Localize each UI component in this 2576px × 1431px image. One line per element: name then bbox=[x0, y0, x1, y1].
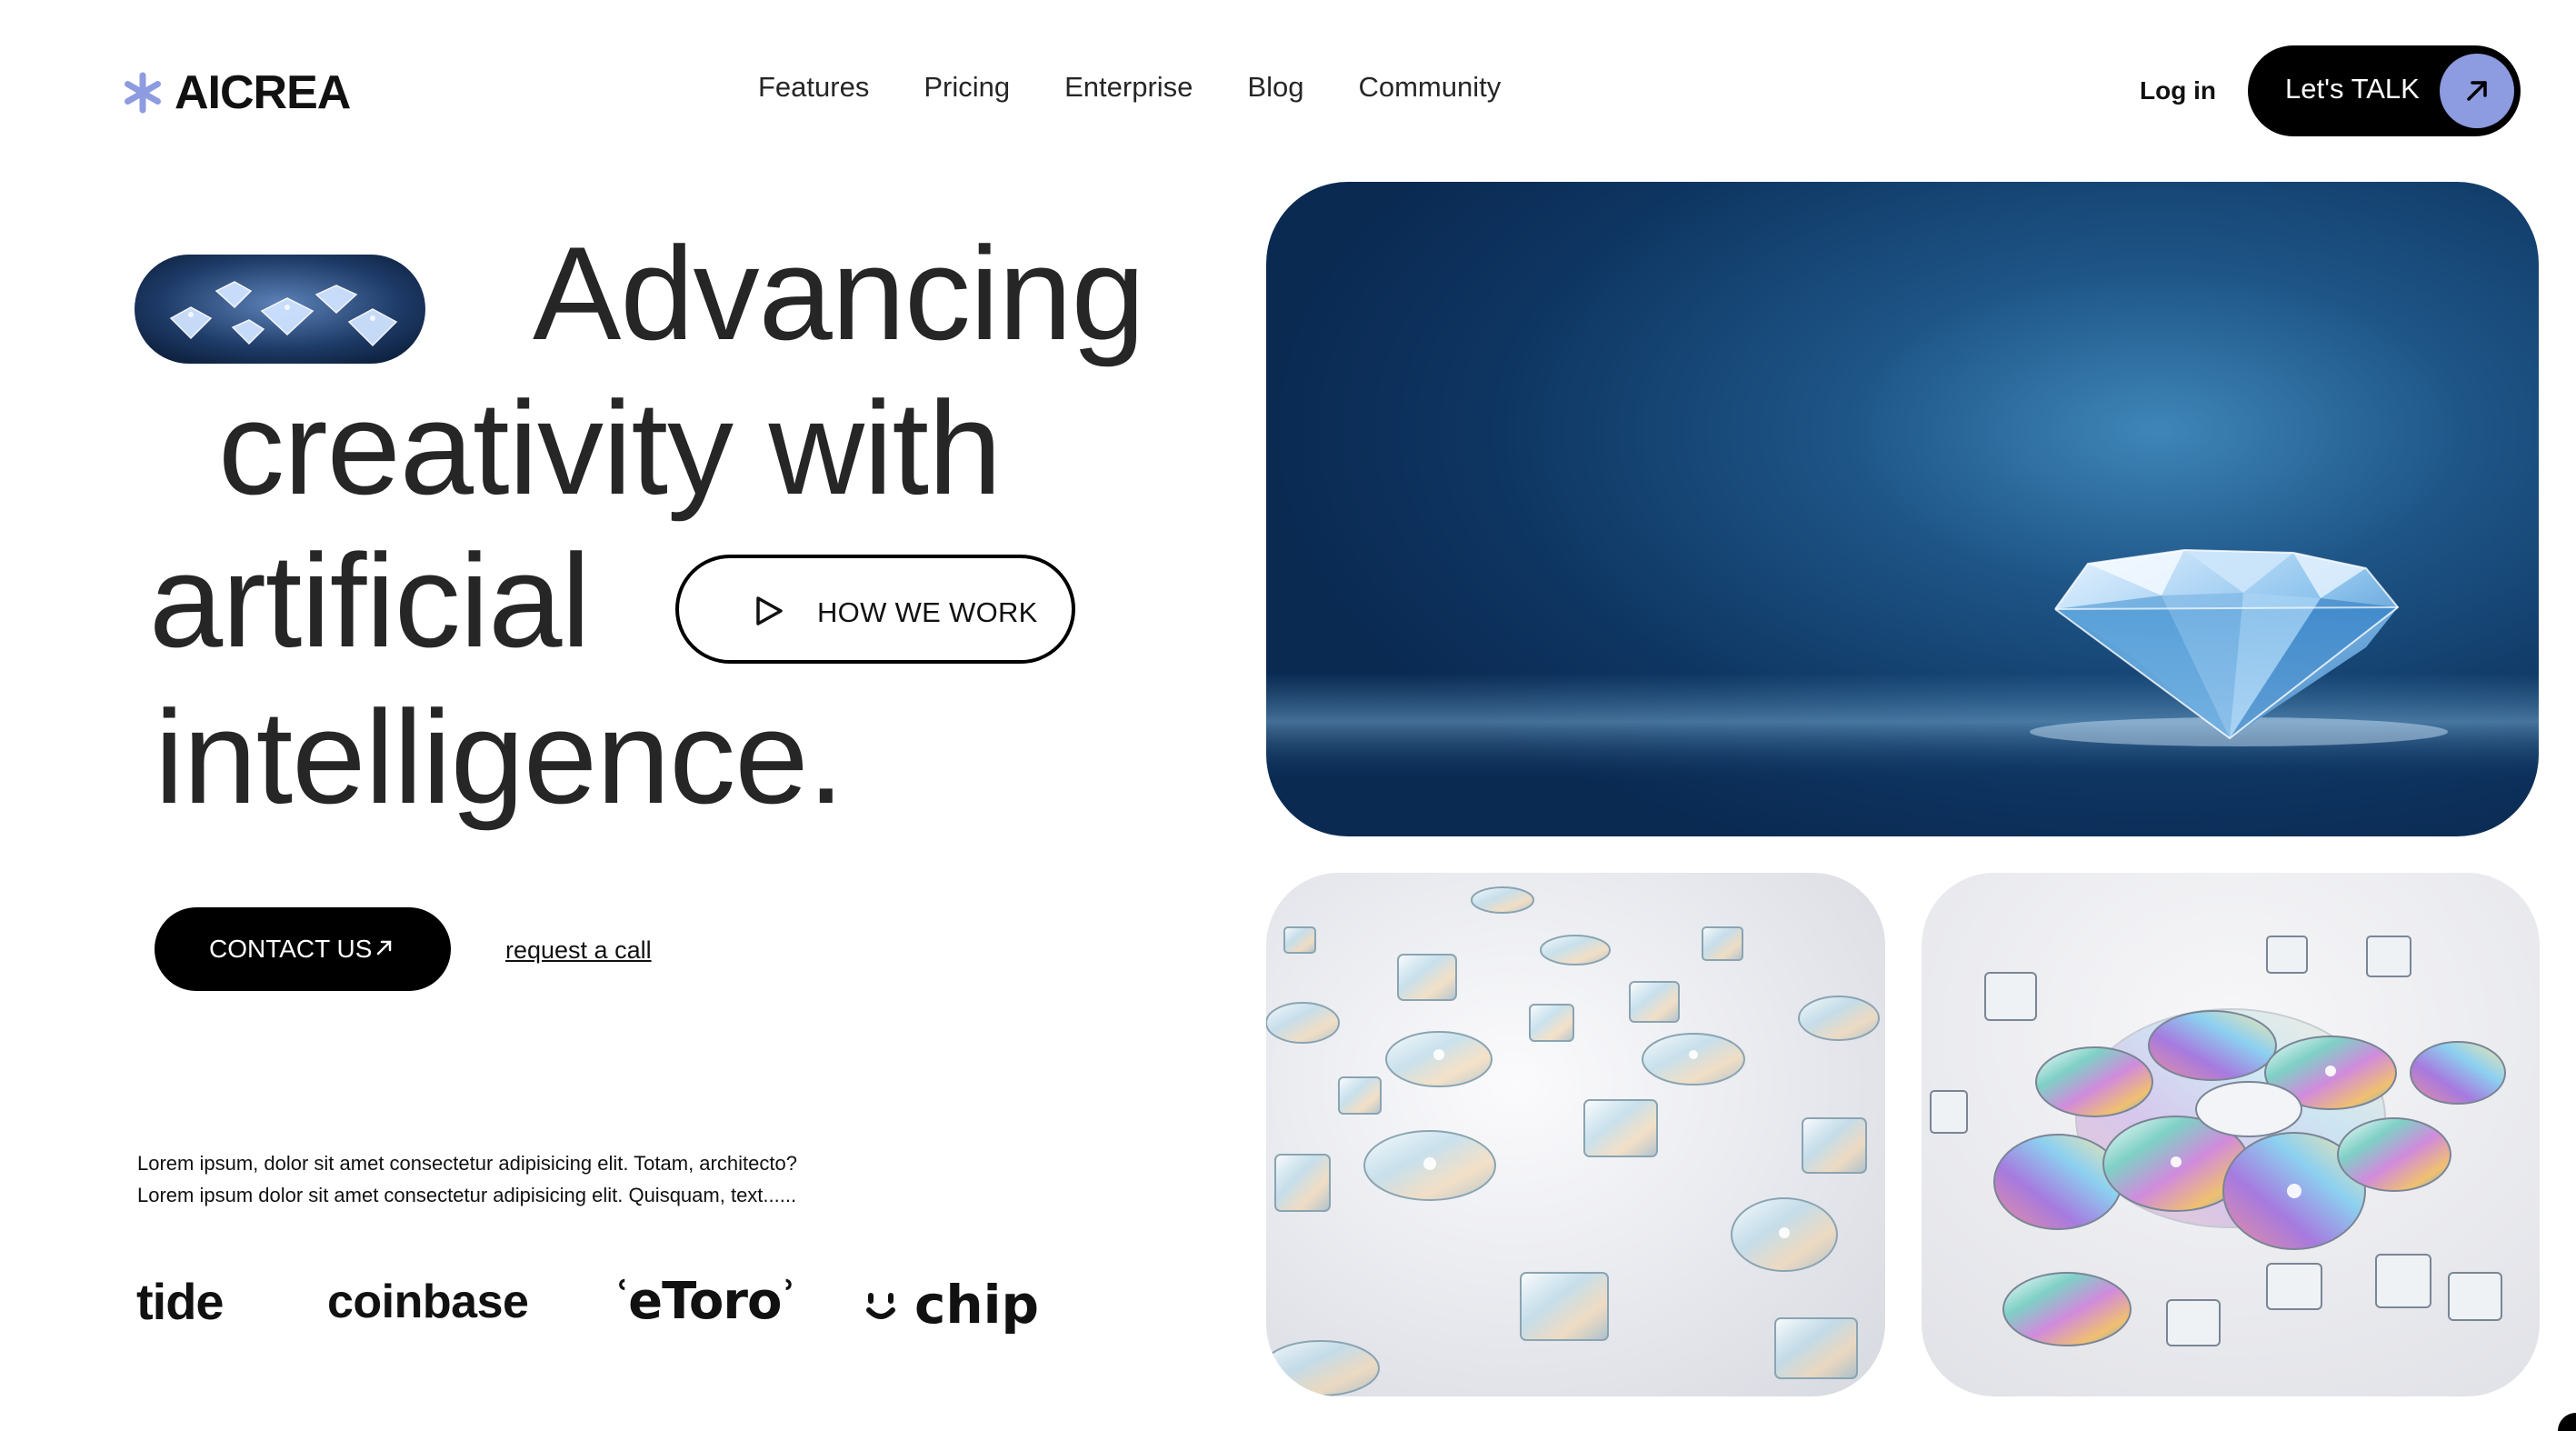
lets-talk-label: Let's TALK bbox=[2285, 73, 2420, 105]
talk-arrow-circle bbox=[2440, 54, 2514, 128]
nav-community[interactable]: Community bbox=[1358, 71, 1501, 104]
nav-features[interactable]: Features bbox=[758, 71, 869, 104]
gems-pill-image bbox=[135, 255, 425, 364]
description-text: Lorem ipsum, dolor sit amet consectetur … bbox=[137, 1147, 797, 1211]
landing-page: AICREA Features Pricing Enterprise Blog … bbox=[0, 0, 2576, 1431]
login-link[interactable]: Log in bbox=[2140, 76, 2216, 105]
chip-logo: chip bbox=[862, 1278, 1039, 1331]
etoro-logo: ʿeToroʾ bbox=[614, 1272, 796, 1331]
description-line-2: Lorem ipsum dolor sit amet consectetur a… bbox=[137, 1184, 797, 1206]
nav-pricing[interactable]: Pricing bbox=[924, 71, 1010, 104]
diamond-hero-image bbox=[1266, 182, 2539, 836]
asterisk-icon bbox=[125, 72, 161, 114]
hero-heading-line-2: creativity with bbox=[218, 374, 1002, 522]
logo-text: AICREA bbox=[175, 66, 351, 119]
play-icon bbox=[756, 596, 783, 625]
description-line-1: Lorem ipsum, dolor sit amet consectetur … bbox=[137, 1152, 797, 1175]
arrow-up-right-icon bbox=[376, 940, 392, 956]
chip-smile-icon bbox=[866, 1293, 895, 1319]
hero-heading-line-4: intelligence. bbox=[155, 683, 844, 831]
lets-talk-button[interactable]: Let's TALK bbox=[2248, 45, 2521, 136]
how-we-work-label: HOW WE WORK bbox=[817, 596, 1038, 628]
rainbow-crystals-image bbox=[1922, 873, 2540, 1396]
logo[interactable]: AICREA bbox=[122, 65, 351, 120]
hero-heading-line-1: Advancing bbox=[533, 219, 1145, 367]
arrow-up-right-icon bbox=[2467, 81, 2487, 101]
nav-blog[interactable]: Blog bbox=[1247, 71, 1303, 104]
nav-enterprise[interactable]: Enterprise bbox=[1064, 71, 1193, 104]
main-nav: Features Pricing Enterprise Blog Communi… bbox=[758, 71, 1501, 104]
tide-logo: tide bbox=[136, 1273, 225, 1330]
hero-heading-line-3: artificial bbox=[149, 526, 591, 675]
how-we-work-button[interactable]: HOW WE WORK bbox=[675, 555, 1075, 664]
request-call-link[interactable]: request a call bbox=[505, 936, 652, 965]
coinbase-logo: coinbase bbox=[327, 1276, 529, 1328]
glass-crystals-image bbox=[1266, 873, 1885, 1396]
etoro-logo-text: eToro bbox=[628, 1272, 782, 1331]
corner-decoration bbox=[2558, 1413, 2576, 1431]
chip-logo-text: chip bbox=[914, 1274, 1040, 1336]
contact-us-button[interactable]: CONTACT US bbox=[155, 907, 451, 991]
contact-us-label: CONTACT US bbox=[209, 935, 373, 963]
